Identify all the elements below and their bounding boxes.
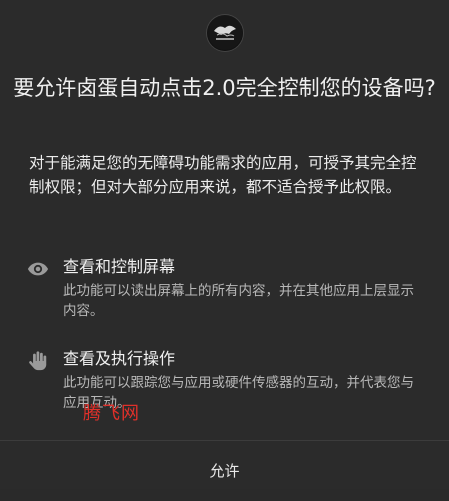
permission-description: 此功能可以读出屏幕上的所有内容，并在其他应用上层显示内容。	[63, 283, 414, 319]
permission-dialog: 要允许卤蛋自动点击2.0完全控制您的设备吗? 对于能满足您的无障碍功能需求的应用…	[0, 0, 449, 489]
dialog-description: 对于能满足您的无障碍功能需求的应用，可授予其完全控制权限；但对大部分应用来说，都…	[29, 154, 417, 196]
dialog-title: 要允许卤蛋自动点击2.0完全控制您的设备吗?	[13, 76, 436, 100]
watermark-text: 腾飞网	[83, 403, 140, 424]
permission-title: 查看和控制屏幕	[63, 257, 176, 276]
permission-title: 查看及执行操作	[63, 349, 176, 368]
eye-icon	[27, 258, 49, 280]
app-logo-icon	[207, 15, 243, 51]
allow-button[interactable]: 允许	[0, 441, 449, 489]
hand-icon	[27, 350, 49, 372]
